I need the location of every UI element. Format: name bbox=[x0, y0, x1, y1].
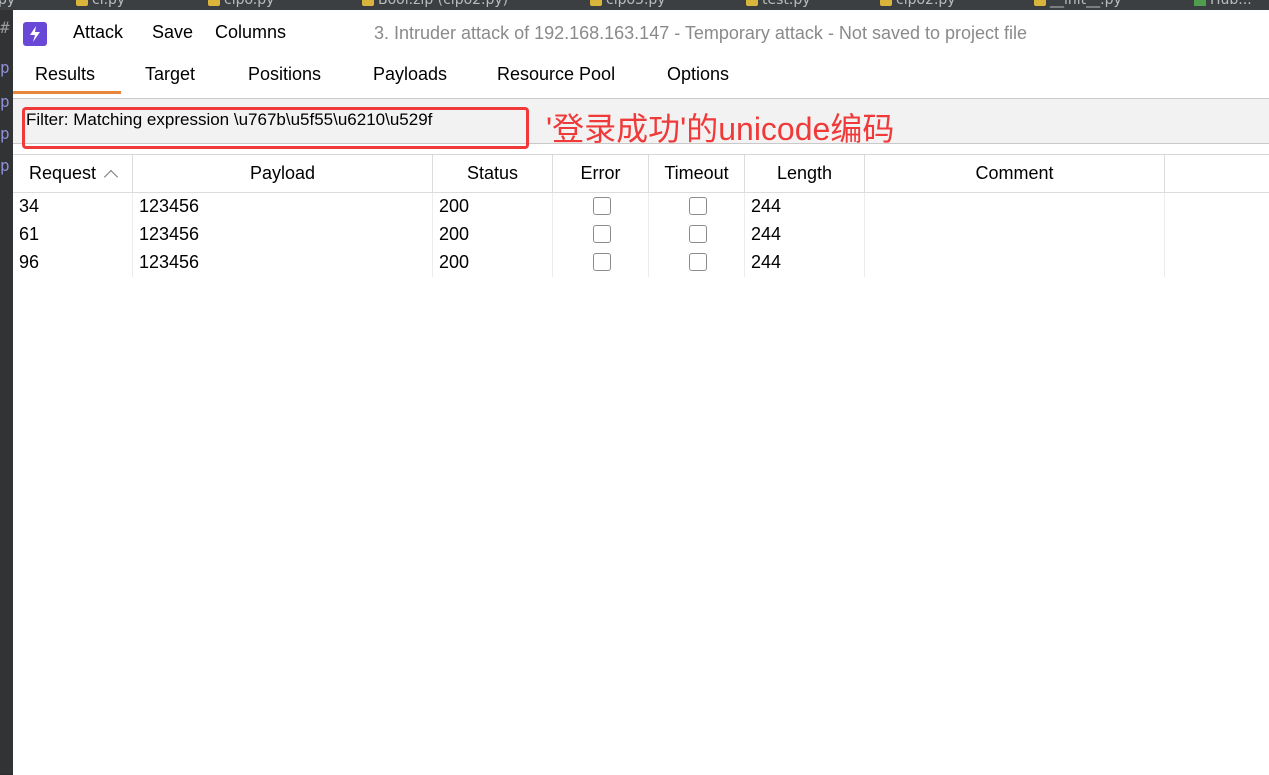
column-header-payload[interactable]: Payload bbox=[133, 155, 433, 193]
column-header-label: Request bbox=[29, 163, 97, 183]
column-header-error[interactable]: Error bbox=[553, 155, 649, 193]
error-checkbox[interactable] bbox=[593, 225, 611, 243]
cell-comment bbox=[865, 249, 1165, 277]
error-checkbox[interactable] bbox=[593, 197, 611, 215]
cell-error bbox=[553, 193, 649, 221]
cell-error bbox=[553, 221, 649, 249]
cell-timeout bbox=[649, 249, 745, 277]
timeout-checkbox[interactable] bbox=[689, 225, 707, 243]
menu-save[interactable]: Save bbox=[152, 22, 193, 43]
cell-length: 244 bbox=[745, 193, 865, 221]
table-row[interactable]: 96 123456 200 244 bbox=[13, 249, 1165, 277]
filter-label[interactable]: Filter: Matching expression \u767b\u5f55… bbox=[26, 110, 432, 130]
bg-editor-tab-label: Bool.zip (cipo2.py) bbox=[378, 0, 509, 8]
background-editor-tabs: py ci.py cipo.py Bool.zip (cipo2.py) cip… bbox=[0, 0, 1269, 10]
python-file-icon bbox=[746, 0, 758, 6]
gutter-char: p bbox=[0, 156, 10, 175]
table-row[interactable]: 61 123456 200 244 bbox=[13, 221, 1165, 249]
cell-length: 244 bbox=[745, 221, 865, 249]
python-file-icon bbox=[362, 0, 374, 6]
tab-payloads[interactable]: Payloads bbox=[373, 64, 447, 94]
cell-error bbox=[553, 249, 649, 277]
bg-editor-tab: py bbox=[0, 0, 15, 9]
bg-editor-tab: ci.py bbox=[76, 0, 125, 9]
bg-editor-tab-label: cipo2.py bbox=[896, 0, 956, 8]
bg-editor-tab-label: cipo.py bbox=[224, 0, 275, 8]
burp-lightning-icon bbox=[23, 22, 47, 46]
python-file-icon bbox=[208, 0, 220, 6]
column-header-label: Status bbox=[466, 163, 519, 183]
gutter-char: p bbox=[0, 92, 10, 111]
bg-editor-tab-label: ci.py bbox=[92, 0, 126, 8]
tab-results[interactable]: Results bbox=[35, 64, 95, 94]
bg-editor-tab-label: test.py bbox=[762, 0, 811, 8]
tab-positions[interactable]: Positions bbox=[248, 64, 321, 94]
tab-resource-pool[interactable]: Resource Pool bbox=[497, 64, 615, 94]
cell-request: 61 bbox=[13, 221, 133, 249]
cell-payload: 123456 bbox=[133, 221, 433, 249]
column-header-label: Payload bbox=[249, 163, 316, 183]
gutter-char: p bbox=[0, 124, 10, 143]
active-tab-indicator bbox=[13, 91, 121, 94]
intruder-attack-window: Attack Save Columns 3. Intruder attack o… bbox=[13, 10, 1269, 775]
background-editor-gutter: # p p p p bbox=[0, 10, 13, 774]
column-header-comment[interactable]: Comment bbox=[865, 155, 1165, 193]
timeout-checkbox[interactable] bbox=[689, 253, 707, 271]
cell-comment bbox=[865, 193, 1165, 221]
column-header-request[interactable]: Request bbox=[13, 155, 133, 193]
bg-editor-tab-label: __init__.py bbox=[1050, 0, 1122, 8]
column-header-label: Error bbox=[580, 163, 621, 183]
cell-request: 96 bbox=[13, 249, 133, 277]
window-title: 3. Intruder attack of 192.168.163.147 - … bbox=[374, 23, 1028, 43]
bg-editor-tab: __init__.py bbox=[1034, 0, 1122, 9]
bg-editor-tab-label: Hub... bbox=[1210, 0, 1252, 8]
tab-options[interactable]: Options bbox=[667, 64, 729, 94]
cell-comment bbox=[865, 221, 1165, 249]
timeout-checkbox[interactable] bbox=[689, 197, 707, 215]
bg-editor-tab: test.py bbox=[746, 0, 811, 9]
column-header-filler bbox=[1165, 155, 1269, 193]
file-icon bbox=[1194, 0, 1206, 6]
gutter-char: p bbox=[0, 58, 10, 77]
column-header-label: Comment bbox=[975, 163, 1054, 183]
bg-editor-tab: cipo3.py bbox=[590, 0, 666, 9]
cell-status: 200 bbox=[433, 249, 553, 277]
results-table: Request Payload Status Error Timeout Len… bbox=[13, 154, 1269, 775]
python-file-icon bbox=[1034, 0, 1046, 6]
cell-request: 34 bbox=[13, 193, 133, 221]
bg-editor-tab-label: cipo3.py bbox=[606, 0, 666, 8]
cell-length: 244 bbox=[745, 249, 865, 277]
menu-attack[interactable]: Attack bbox=[73, 22, 123, 43]
python-file-icon bbox=[590, 0, 602, 6]
cell-timeout bbox=[649, 221, 745, 249]
column-header-label: Length bbox=[776, 163, 833, 183]
bg-editor-tab: cipo2.py bbox=[880, 0, 956, 9]
gutter-char: # bbox=[0, 18, 10, 37]
column-header-label: Timeout bbox=[664, 163, 729, 183]
cell-timeout bbox=[649, 193, 745, 221]
table-row[interactable]: 34 123456 200 244 bbox=[13, 193, 1165, 221]
bg-editor-tab: Bool.zip (cipo2.py) bbox=[362, 0, 508, 9]
cell-status: 200 bbox=[433, 221, 553, 249]
tab-target[interactable]: Target bbox=[145, 64, 195, 94]
python-file-icon bbox=[880, 0, 892, 6]
bg-editor-tab-label: py bbox=[0, 0, 16, 8]
cell-status: 200 bbox=[433, 193, 553, 221]
column-header-length[interactable]: Length bbox=[745, 155, 865, 193]
python-file-icon bbox=[76, 0, 88, 6]
tab-bar: Results Target Positions Payloads Resour… bbox=[13, 58, 1269, 94]
column-header-status[interactable]: Status bbox=[433, 155, 553, 193]
annotation-text: '登录成功'的unicode编码 bbox=[546, 111, 895, 147]
bg-editor-tab: Hub... bbox=[1194, 0, 1252, 9]
menu-columns[interactable]: Columns bbox=[215, 22, 286, 43]
sort-ascending-icon bbox=[103, 169, 119, 184]
column-header-timeout[interactable]: Timeout bbox=[649, 155, 745, 193]
cell-payload: 123456 bbox=[133, 249, 433, 277]
bg-editor-tab: cipo.py bbox=[208, 0, 274, 9]
title-bar: Attack Save Columns 3. Intruder attack o… bbox=[13, 10, 1269, 58]
error-checkbox[interactable] bbox=[593, 253, 611, 271]
cell-payload: 123456 bbox=[133, 193, 433, 221]
